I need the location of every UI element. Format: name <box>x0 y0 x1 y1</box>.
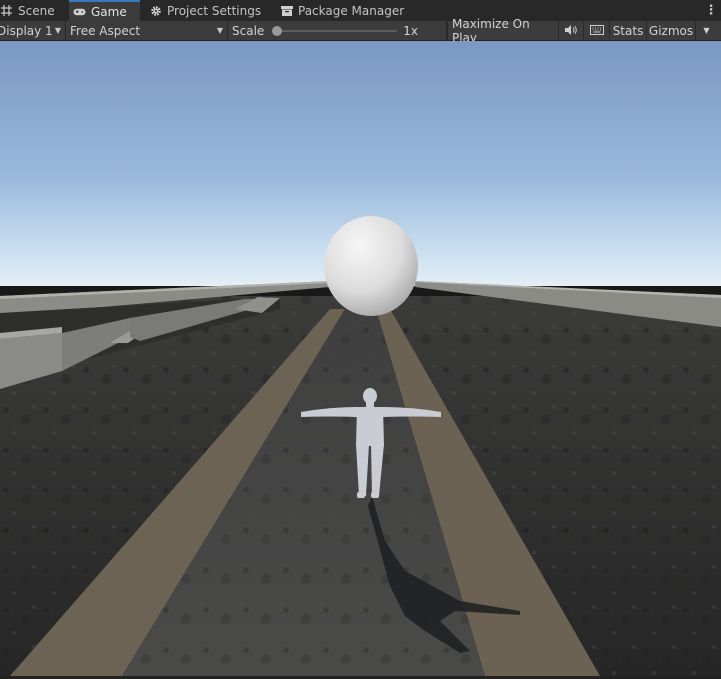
tab-package-manager-label: Package Manager <box>298 3 405 18</box>
tab-game-label: Game <box>91 4 127 19</box>
mute-audio-toggle[interactable] <box>559 20 584 41</box>
aspect-dropdown[interactable]: Free Aspect ▼ <box>66 20 228 41</box>
game-view[interactable] <box>0 41 721 676</box>
display-dropdown[interactable]: Display 1 ▼ <box>0 20 66 41</box>
gizmos-dropdown[interactable]: ▼ <box>696 21 717 41</box>
gamepad-icon <box>73 5 86 18</box>
game-toolbar: Display 1 ▼ Free Aspect ▼ Scale 1x Maxim… <box>0 17 721 45</box>
gizmos-toggle[interactable]: Gizmos <box>647 20 696 41</box>
sphere <box>324 216 418 316</box>
speaker-icon <box>565 24 577 38</box>
tab-scene-label: Scene <box>18 3 55 18</box>
tab-bar: Scene Game Project Settings Package Mana… <box>0 0 721 22</box>
grid-icon <box>0 4 13 17</box>
shortcuts-toggle[interactable] <box>584 20 610 41</box>
gear-icon <box>149 4 162 17</box>
tab-package-manager[interactable]: Package Manager <box>272 0 407 21</box>
more-options-icon[interactable]: ⋮ <box>701 0 721 21</box>
scale-slider[interactable] <box>272 24 398 38</box>
maximize-on-play-toggle[interactable]: Maximize On Play <box>447 17 559 45</box>
chevron-down-icon: ▼ <box>703 26 710 35</box>
scale-label: Scale <box>232 23 265 38</box>
chevron-down-icon: ▼ <box>216 26 223 35</box>
tab-project-settings-label: Project Settings <box>167 3 262 18</box>
chevron-down-icon: ▼ <box>54 26 61 35</box>
aspect-dropdown-label: Free Aspect <box>70 23 141 38</box>
scale-control: Scale 1x <box>228 20 447 41</box>
game-render <box>0 41 721 676</box>
display-dropdown-label: Display 1 <box>0 23 53 38</box>
keyboard-icon <box>589 24 604 38</box>
gizmos-label: Gizmos <box>648 23 694 38</box>
stats-toggle[interactable]: Stats <box>610 20 647 41</box>
scale-slider-thumb[interactable] <box>272 25 283 36</box>
package-icon <box>281 4 293 17</box>
tab-scene[interactable]: Scene <box>0 0 69 21</box>
tab-project-settings[interactable]: Project Settings <box>140 0 272 21</box>
scale-value: 1x <box>403 23 419 38</box>
tab-game[interactable]: Game <box>69 0 140 21</box>
stats-label: Stats <box>612 23 644 38</box>
